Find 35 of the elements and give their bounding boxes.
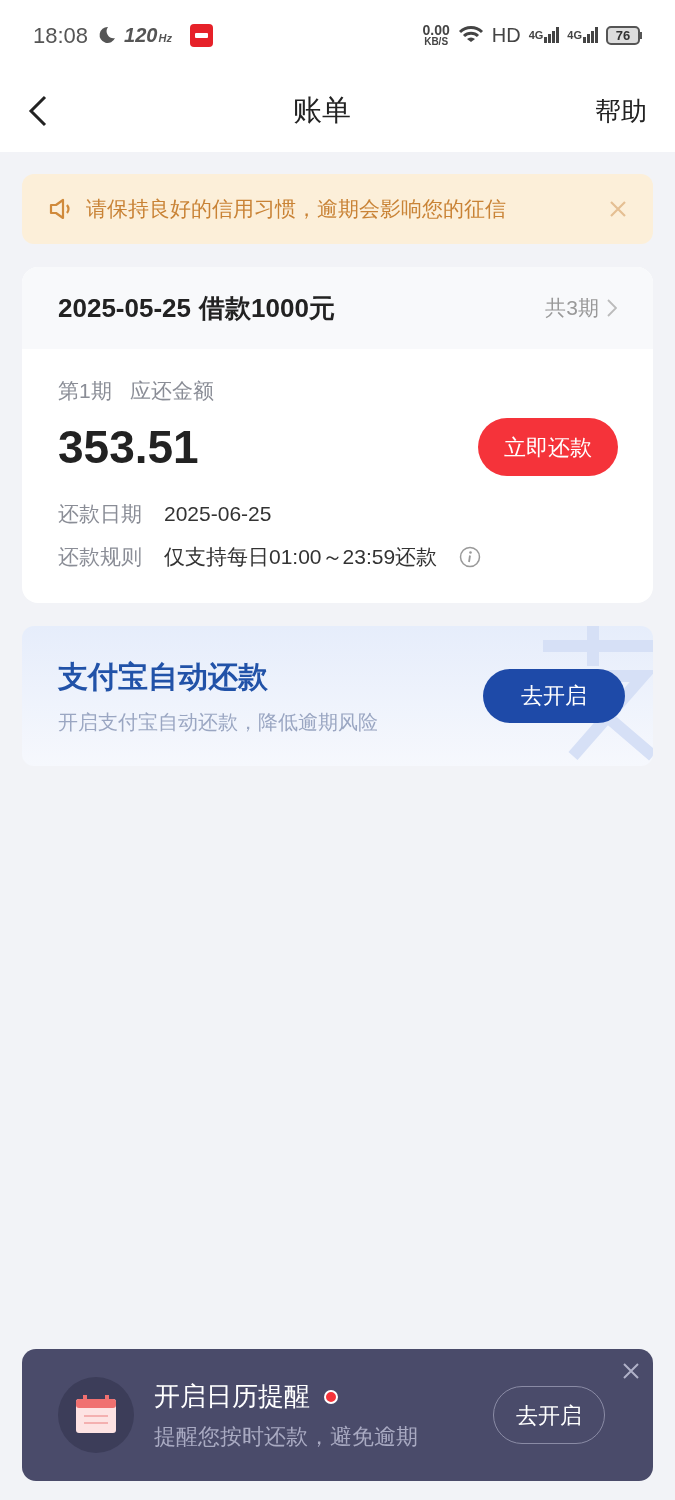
info-icon[interactable]: [459, 545, 482, 568]
repay-now-button[interactable]: 立即还款: [478, 418, 618, 476]
detail-label: 还款日期: [58, 500, 142, 527]
signal-icon: [543, 27, 560, 44]
page-title: 账单: [292, 93, 351, 129]
network-type: 4G: [528, 27, 544, 43]
autopay-title: 支付宝自动还款: [58, 659, 269, 695]
app-icon: [189, 23, 213, 47]
amount-due: 353.51: [58, 419, 199, 475]
network-type: 4G: [567, 27, 582, 43]
amount-label: 应还金额: [129, 378, 214, 404]
battery-level: 76: [615, 28, 631, 42]
detail-value: 仅支持每日01:00～23:59还款: [164, 544, 438, 570]
clock: 18:08: [33, 21, 89, 50]
back-icon[interactable]: [28, 95, 48, 127]
calendar-icon: [58, 1377, 134, 1453]
detail-label: 还款规则: [58, 544, 142, 570]
loan-date: 2025-05-25: [58, 291, 191, 325]
net-speed-unit: KB/S: [424, 37, 449, 47]
installment-label: 第1期: [58, 378, 112, 404]
hd-indicator: HD: [491, 23, 521, 48]
reminder-title: 开启日历提醒: [154, 1380, 310, 1413]
reminder-subtitle: 提醒您按时还款，避免逾期: [154, 1423, 419, 1451]
refresh-unit: Hz: [158, 30, 172, 46]
net-speed: 0.00: [422, 23, 450, 37]
close-icon[interactable]: [623, 1363, 639, 1379]
enable-autopay-button[interactable]: 去开启: [483, 668, 625, 723]
chevron-right-icon: [607, 299, 617, 317]
refresh-rate: 120: [124, 23, 158, 48]
autopay-subtitle: 开启支付宝自动还款，降低逾期风险: [58, 710, 378, 735]
signal-icon: [582, 27, 598, 44]
notice-text: 请保持良好的信用习惯，逾期会影响您的征信: [86, 196, 507, 223]
help-link[interactable]: 帮助: [595, 91, 647, 131]
loan-title: 借款1000元: [199, 291, 335, 325]
detail-value: 2025-06-25: [164, 500, 272, 527]
